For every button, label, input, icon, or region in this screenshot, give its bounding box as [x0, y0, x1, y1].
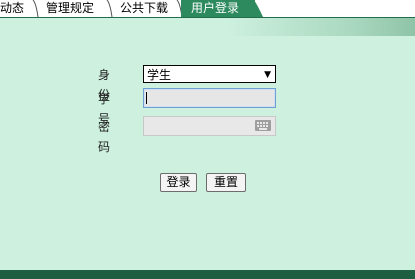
tab-user-login-label: 用户登录: [191, 1, 240, 15]
tab-user-login[interactable]: 用户登录: [181, 0, 255, 17]
footer-bar: [0, 270, 415, 279]
login-panel: [0, 18, 415, 270]
tab-divider-icon: [251, 0, 263, 17]
tab-news[interactable]: 动态: [0, 0, 32, 17]
login-button[interactable]: 登录: [160, 173, 197, 192]
student-id-input[interactable]: [143, 88, 276, 108]
tab-downloads-label: 公共下载: [120, 1, 169, 15]
reset-button[interactable]: 重置: [206, 173, 246, 192]
tab-bar: 动态 管理规定 公共下载 用户登录: [0, 0, 415, 18]
password-input[interactable]: [143, 116, 276, 136]
tab-downloads[interactable]: 公共下载: [114, 0, 180, 17]
keyboard-icon[interactable]: [255, 120, 271, 131]
identity-selected-value: 学生: [147, 68, 172, 82]
identity-select[interactable]: 学生 ▼: [143, 65, 276, 83]
tab-divider-icon: [30, 0, 40, 17]
tab-regulations[interactable]: 管理规定: [40, 0, 106, 17]
text-caret: [146, 92, 147, 104]
password-label: 密码: [98, 120, 121, 154]
chevron-down-icon[interactable]: ▼: [264, 66, 271, 84]
tab-news-label: 动态: [0, 1, 25, 15]
panel-header-band: [0, 18, 415, 36]
login-page: 动态 管理规定 公共下载 用户登录 身份 学生 ▼ 学号 密码 登录 重置: [0, 0, 415, 279]
tab-regulations-label: 管理规定: [46, 1, 95, 15]
tab-divider-icon: [106, 0, 113, 17]
